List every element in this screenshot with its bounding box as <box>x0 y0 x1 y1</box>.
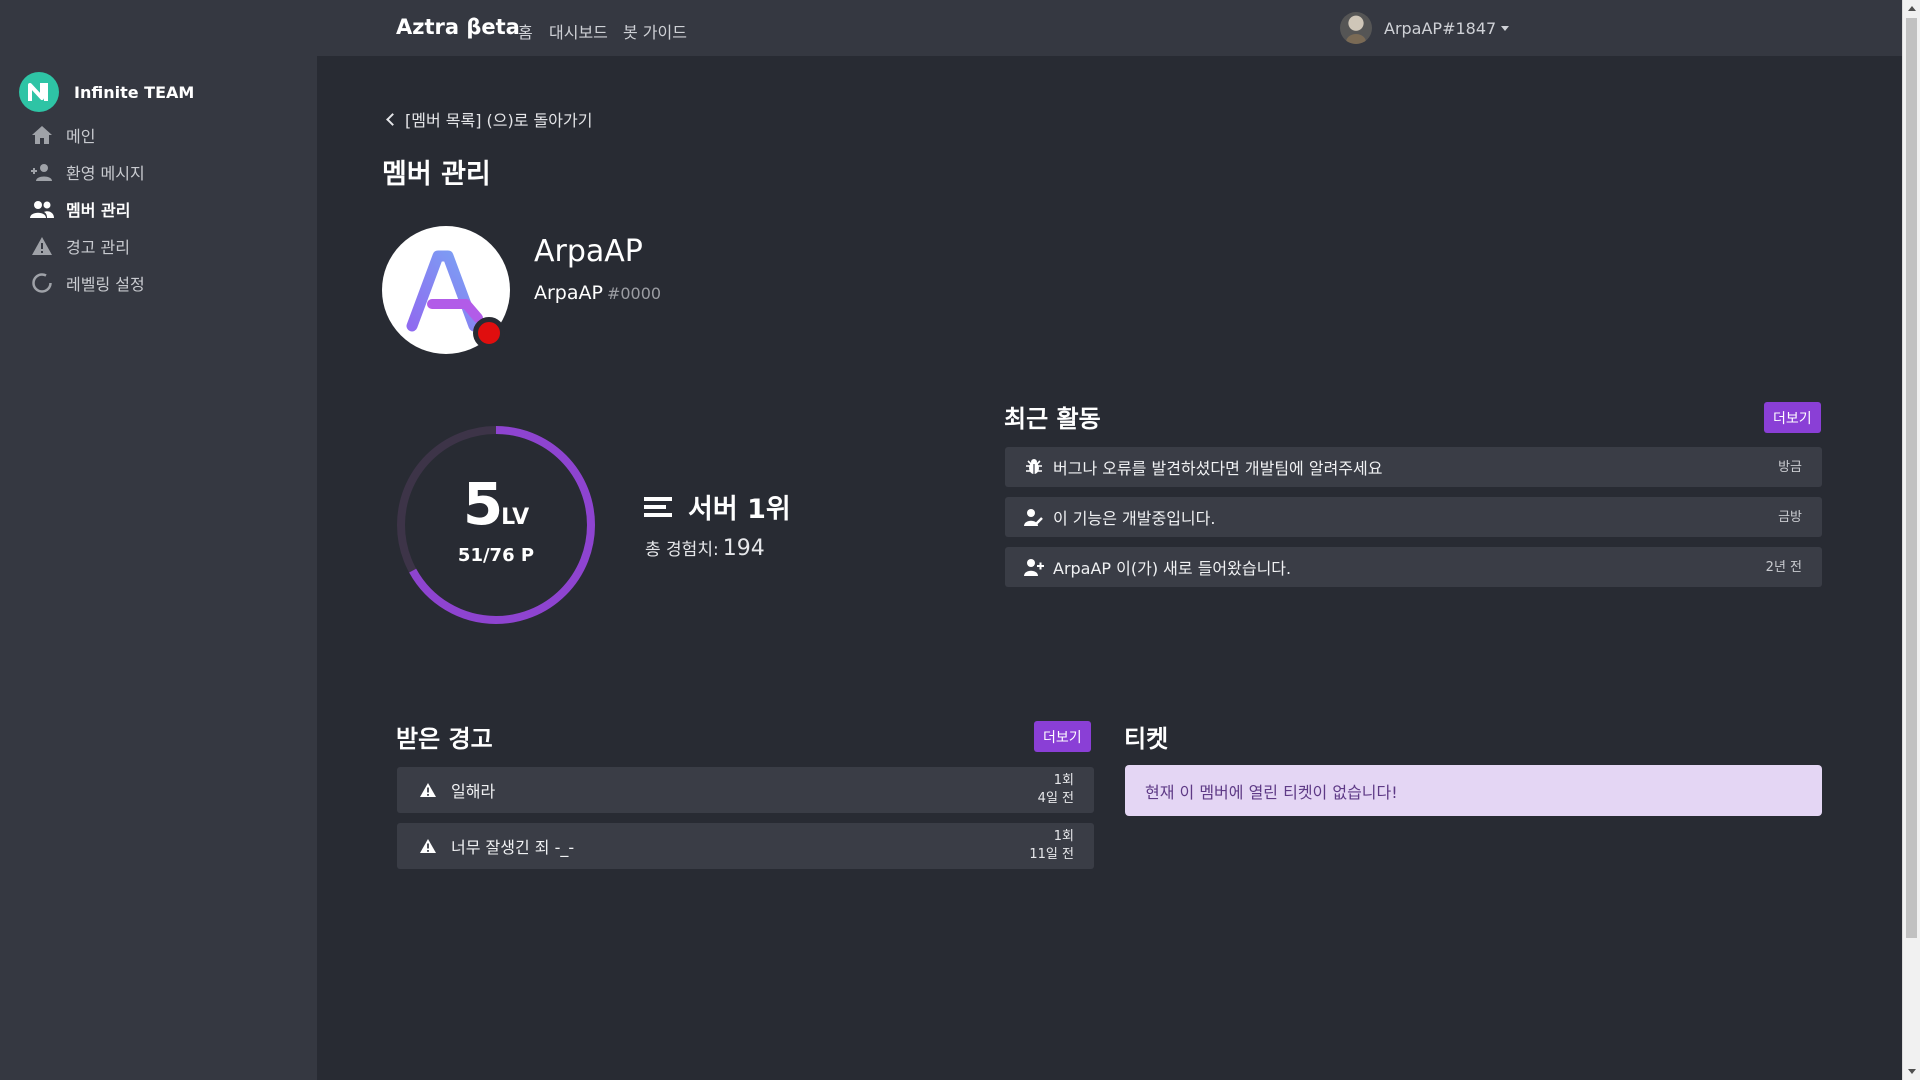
warning-time: 4일 전 <box>1037 791 1074 806</box>
recent-activity-title: 최근 활동 <box>1004 405 1101 433</box>
warning-meta: 1회 4일 전 <box>1038 772 1074 808</box>
activity-item: 이 기능은 개발중입니다. 금방 <box>1005 497 1822 537</box>
server-header[interactable]: Infinite TEAM <box>19 72 194 112</box>
user-menu[interactable]: ArpaAP#1847 <box>1340 12 1510 44</box>
user-name: ArpaAP#1847 <box>1384 18 1497 38</box>
level-number: 5 <box>462 470 503 538</box>
activity-text: 버그나 오류를 발견하셨다면 개발팀에 알려주세요 <box>1053 459 1383 478</box>
progress-circle-icon <box>30 271 54 295</box>
activity-time: 2년 전 <box>1765 560 1802 575</box>
person-edit-icon <box>1023 508 1045 526</box>
total-exp-label: 총 경험치: <box>645 540 719 560</box>
nav-link-home[interactable]: 홈 <box>518 19 533 43</box>
nav-link-dashboard[interactable]: 대시보드 <box>549 19 608 43</box>
user-avatar <box>1340 12 1372 44</box>
sidebar-item-welcome[interactable]: 환영 메시지 <box>30 160 145 184</box>
sidebar-item-members[interactable]: 멤버 관리 <box>30 197 130 221</box>
activity-item: ArpaAP 이(가) 새로 들어왔습니다. 2년 전 <box>1005 547 1822 587</box>
rank-text: 서버 1위 <box>688 494 791 525</box>
sidebar-item-label: 경고 관리 <box>66 238 130 257</box>
member-tag: ArpaAP #0000 <box>534 282 661 304</box>
brand-logo[interactable]: Aztra βeta <box>396 15 520 39</box>
sidebar-item-label: 레벨링 설정 <box>66 275 145 294</box>
server-rank: 서버 1위 <box>644 487 791 526</box>
total-exp-value: 194 <box>722 536 765 561</box>
warning-item[interactable]: 일해라 1회 4일 전 <box>397 767 1094 813</box>
warnings-more-button[interactable]: 더보기 <box>1034 721 1091 752</box>
warning-icon <box>417 838 439 854</box>
activity-text: 이 기능은 개발중입니다. <box>1053 509 1216 528</box>
sidebar-item-label: 멤버 관리 <box>66 201 131 220</box>
person-add-icon <box>1023 558 1045 576</box>
warning-icon <box>30 234 54 258</box>
sidebar-item-label: 환영 메시지 <box>66 164 145 183</box>
page-title: 멤버 관리 <box>382 159 491 190</box>
total-exp: 총 경험치: 194 <box>645 535 765 561</box>
level-suffix: LV <box>501 505 530 530</box>
warning-icon <box>417 782 439 798</box>
back-link-label: [멤버 목록] (으)로 돌아가기 <box>405 111 593 130</box>
recent-activity-more-button[interactable]: 더보기 <box>1764 402 1821 433</box>
infinite-team-logo-icon <box>19 72 59 112</box>
level-exp: 51/76 P <box>457 545 535 566</box>
tickets-title: 티켓 <box>1124 725 1169 753</box>
page-scrollbar[interactable] <box>1902 0 1920 1080</box>
people-icon <box>30 197 54 221</box>
tickets-empty-alert: 현재 이 멤버에 열린 티켓이 없습니다! <box>1125 765 1822 816</box>
sidebar-item-leveling[interactable]: 레벨링 설정 <box>30 271 145 295</box>
member-discriminator: #0000 <box>606 284 662 303</box>
activity-time: 방금 <box>1778 460 1802 475</box>
warning-count: 1회 <box>1053 773 1074 788</box>
ranking-list-icon <box>644 496 672 517</box>
warning-item[interactable]: 너무 잘생긴 죄 -_- 1회 11일 전 <box>397 823 1094 869</box>
level-display: 5LV <box>396 470 596 538</box>
server-name: Infinite TEAM <box>74 82 195 102</box>
warnings-title: 받은 경고 <box>396 725 493 753</box>
sidebar-item-warnings[interactable]: 경고 관리 <box>30 234 130 258</box>
bug-icon <box>1023 458 1045 476</box>
back-to-member-list-link[interactable]: [멤버 목록] (으)로 돌아가기 <box>386 107 593 131</box>
sidebar-item-main[interactable]: 메인 <box>30 123 95 147</box>
activity-text: ArpaAP 이(가) 새로 들어왔습니다. <box>1053 559 1292 578</box>
member-display-name: ArpaAP <box>534 234 643 269</box>
scroll-down-arrow-icon[interactable] <box>1908 1069 1916 1074</box>
chevron-left-icon <box>386 112 399 126</box>
nav-link-bot-guide[interactable]: 봇 가이드 <box>623 19 687 43</box>
person-add-icon <box>30 160 54 184</box>
status-indicator <box>473 317 505 349</box>
activity-time: 금방 <box>1778 510 1802 525</box>
scrollbar-thumb[interactable] <box>1906 18 1917 938</box>
sidebar: Infinite TEAM 메인 환영 메시지 멤버 관리 경고 관리 레벨링 … <box>0 56 317 1080</box>
warning-reason: 너무 잘생긴 죄 -_- <box>451 838 575 857</box>
top-navbar: Aztra βeta 홈 대시보드 봇 가이드 ArpaAP#1847 <box>0 0 1902 56</box>
warning-meta: 1회 11일 전 <box>1029 828 1074 864</box>
warning-count: 1회 <box>1053 829 1074 844</box>
home-icon <box>30 123 54 147</box>
warning-reason: 일해라 <box>451 782 496 801</box>
warning-time: 11일 전 <box>1029 847 1074 862</box>
scroll-up-arrow-icon[interactable] <box>1908 6 1916 11</box>
activity-item: 버그나 오류를 발견하셨다면 개발팀에 알려주세요 방금 <box>1005 447 1822 487</box>
caret-down-icon <box>1501 25 1510 31</box>
member-username: ArpaAP <box>534 282 603 304</box>
sidebar-item-label: 메인 <box>66 127 96 146</box>
